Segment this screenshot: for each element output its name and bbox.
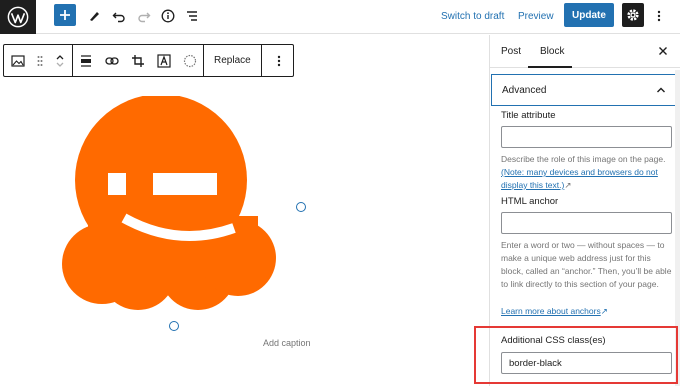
block-options-group [262, 45, 296, 76]
close-icon [659, 47, 667, 55]
advanced-panel-toggle[interactable]: Advanced [491, 74, 677, 106]
plus-icon [60, 10, 70, 20]
replace-button[interactable]: Replace [204, 45, 261, 76]
pencil-icon [90, 12, 99, 21]
chevron-up-icon[interactable] [55, 53, 65, 61]
html-anchor-help: Enter a word or two — without spaces — t… [501, 240, 672, 289]
info-icon [161, 9, 175, 23]
block-options-button[interactable] [262, 45, 296, 76]
more-vertical-icon [277, 55, 280, 66]
replace-group: Replace [204, 45, 262, 76]
external-link-icon: ↗ [600, 306, 608, 316]
tab-post[interactable]: Post [501, 46, 521, 57]
details-button[interactable] [157, 4, 179, 28]
anchors-link-wrap: Learn more about anchors↗ [501, 305, 675, 318]
block-type-button[interactable] [4, 45, 32, 76]
text-over-image-button[interactable] [151, 45, 177, 76]
orange-logo [62, 96, 276, 310]
html-anchor-label: HTML anchor [501, 196, 559, 207]
text-overlay-icon [157, 53, 171, 68]
chevron-up-icon [657, 87, 665, 93]
highlight-box [474, 326, 678, 384]
settings-button[interactable] [622, 3, 644, 27]
resize-handle-bottom[interactable] [169, 321, 179, 331]
chevron-down-icon[interactable] [55, 61, 65, 69]
undo-button[interactable] [108, 4, 130, 28]
link-button[interactable] [99, 45, 125, 76]
switch-to-draft-button[interactable]: Switch to draft [441, 4, 504, 28]
list-view-button[interactable] [181, 4, 203, 28]
list-view-icon [187, 11, 197, 21]
align-button[interactable] [73, 45, 99, 76]
update-button[interactable]: Update [564, 3, 614, 27]
options-button[interactable] [648, 4, 670, 28]
sidebar-tabs: Post Block [490, 35, 680, 68]
image-tools-group [73, 45, 204, 76]
caption-placeholder[interactable]: Add caption [263, 338, 311, 348]
logo-right-eye [153, 173, 217, 195]
image-icon [11, 54, 25, 67]
move-buttons[interactable] [48, 45, 72, 76]
block-switcher-group [4, 45, 73, 76]
duotone-icon [183, 54, 197, 67]
wordpress-icon [7, 6, 29, 28]
advanced-panel-title: Advanced [502, 84, 547, 96]
selected-image[interactable] [58, 96, 282, 312]
redo-icon [138, 12, 151, 23]
undo-icon [112, 12, 125, 23]
block-toolbar: Replace [3, 44, 294, 77]
add-block-button[interactable] [54, 4, 76, 26]
title-attribute-help-text: Describe the role of this image on the p… [501, 154, 666, 164]
redo-button[interactable] [133, 4, 155, 28]
external-link-icon: ↗ [564, 180, 572, 190]
drag-handle-icon [37, 55, 43, 66]
logo-left-eye [108, 173, 126, 195]
learn-more-anchors-link[interactable]: Learn more about anchors [501, 306, 601, 316]
tab-block[interactable]: Block [540, 46, 564, 57]
drag-handle[interactable] [32, 45, 48, 76]
resize-handle-right[interactable] [296, 202, 306, 212]
html-anchor-input[interactable] [501, 212, 672, 234]
crop-button[interactable] [125, 45, 151, 76]
more-vertical-icon [657, 10, 661, 22]
tools-button[interactable] [83, 4, 105, 28]
preview-button[interactable]: Preview [518, 4, 554, 28]
title-attribute-label: Title attribute [501, 110, 556, 121]
editor-top-bar: Switch to draft Preview Update [0, 0, 680, 34]
link-icon [105, 56, 119, 65]
title-attribute-help: Describe the role of this image on the p… [501, 153, 675, 192]
crop-icon [132, 54, 144, 67]
align-icon [81, 54, 91, 67]
duotone-button[interactable] [177, 45, 203, 76]
wordpress-logo[interactable] [0, 0, 36, 34]
title-attribute-input[interactable] [501, 126, 672, 148]
title-attribute-note-link[interactable]: (Note: many devices and browsers do not … [501, 167, 658, 190]
close-sidebar-button[interactable] [658, 44, 668, 59]
active-tab-indicator [528, 66, 572, 68]
gear-icon [627, 9, 639, 21]
